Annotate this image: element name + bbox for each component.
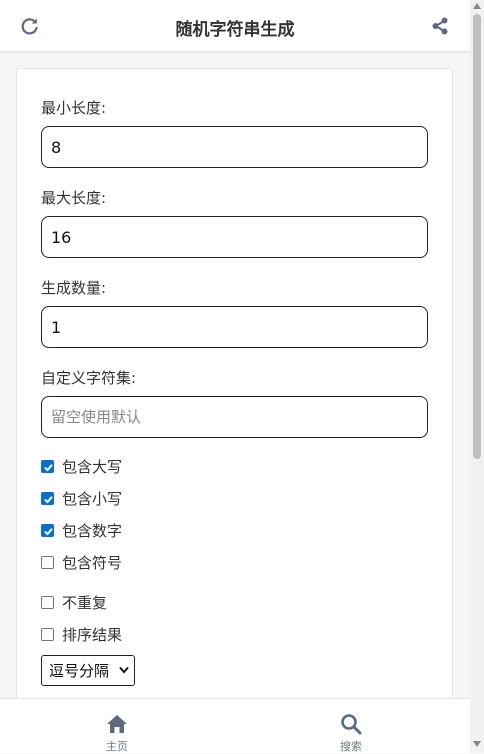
checkbox-box[interactable] (41, 627, 54, 641)
checkbox-box[interactable] (41, 459, 54, 473)
checkbox-label: 排序结果 (62, 625, 123, 644)
scroll-up-icon[interactable] (473, 3, 481, 9)
search-icon (341, 714, 362, 735)
count-input[interactable] (41, 306, 428, 348)
max-length-label: 最大长度: (41, 189, 107, 207)
checkbox-box[interactable] (41, 595, 54, 609)
nav-label: 搜索 (340, 740, 362, 753)
checkbox-unique[interactable]: 不重复 (41, 592, 107, 612)
app-header: 随机字符串生成 (0, 0, 470, 52)
checkbox-label: 包含数字 (62, 521, 123, 540)
checkbox-label: 包含大写 (62, 457, 123, 476)
scrollbar-thumb[interactable] (473, 14, 481, 459)
max-length-input[interactable] (41, 216, 428, 258)
scrollbar[interactable] (470, 0, 484, 753)
checkbox-lowercase[interactable]: 包含小写 (41, 488, 122, 508)
checkbox-symbols[interactable]: 包含符号 (41, 552, 122, 572)
bottom-nav: 主页 搜索 (0, 698, 470, 753)
checkbox-box[interactable] (41, 491, 54, 505)
checkbox-box[interactable] (41, 523, 54, 537)
checkbox-box[interactable] (41, 555, 54, 569)
checkbox-label: 包含符号 (62, 553, 123, 572)
scroll-down-icon[interactable] (473, 741, 481, 747)
min-length-input[interactable] (41, 126, 428, 168)
checkbox-sort[interactable]: 排序结果 (41, 624, 122, 644)
home-icon (107, 715, 127, 733)
count-label: 生成数量: (41, 279, 107, 297)
nav-item-search[interactable]: 搜索 (311, 699, 391, 754)
chevron-down-icon (119, 666, 129, 674)
page-title: 随机字符串生成 (175, 20, 295, 40)
min-length-label: 最小长度: (41, 99, 107, 117)
checkbox-digits[interactable]: 包含数字 (41, 520, 122, 540)
nav-label: 主页 (106, 740, 128, 753)
checkbox-label: 不重复 (62, 593, 108, 612)
checkbox-label: 包含小写 (62, 489, 123, 508)
checkbox-uppercase[interactable]: 包含大写 (41, 456, 122, 476)
separator-select[interactable]: 逗号分隔 (41, 655, 135, 686)
nav-item-home[interactable]: 主页 (77, 699, 157, 754)
separator-value: 逗号分隔 (49, 662, 110, 680)
charset-input[interactable] (41, 396, 428, 438)
charset-label: 自定义字符集: (41, 369, 137, 387)
share-icon[interactable] (431, 17, 449, 35)
